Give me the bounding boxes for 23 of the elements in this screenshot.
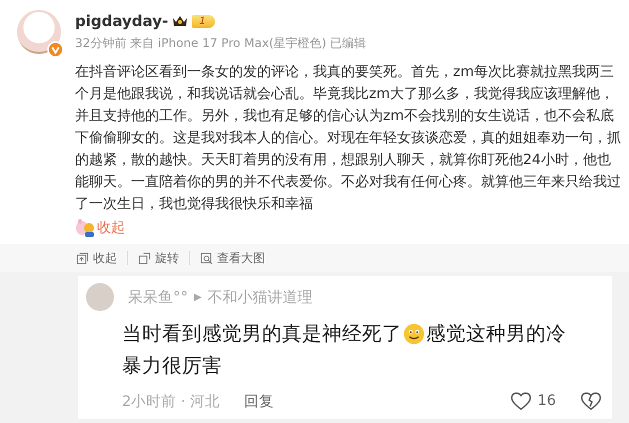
toolbar-button[interactable]: 收起 (76, 250, 117, 266)
toolbar-button[interactable]: 旋转 (138, 250, 179, 266)
comment-text: 暴力很厉害 (122, 354, 222, 377)
rotate-icon (138, 252, 151, 264)
sticker-icon (75, 219, 95, 237)
comment-time-location: 2小时前 · 河北 (122, 392, 220, 410)
collapse-link[interactable]: 收起 (97, 219, 125, 237)
dislike-heart-icon[interactable] (580, 391, 602, 411)
toolbar-button[interactable]: 查看大图 (200, 250, 265, 266)
vip-level-badge: 1 (192, 14, 215, 28)
reply-arrow: ▶ (194, 292, 202, 302)
author-name[interactable]: pigdayday- (75, 12, 168, 30)
smiley-emoji-icon (403, 323, 425, 345)
post-meta: 32分钟前 来自 iPhone 17 Pro Max(星宇橙色) 已编辑 (75, 35, 368, 52)
crown-icon (172, 14, 188, 28)
like-icon[interactable] (510, 391, 532, 411)
collapse-icon (76, 252, 89, 264)
post-text: 在抖音评论区看到一条女的发的评论，我真的要笑死。首先，zm每次比赛就拉黑我两三个月是他跟我说，和我说话就会心乱。毕竟我比zm大了那么多，我觉得我应该理解他，并且支持他的工作。另外，我也有足够的信心认为zm不会找别的女生说话，也不会私底下偷偷聊女的。这是我对我本人的信心。对现在年轻女孩谈恋爱，真的姐姐奉劝一句，抓的越紧，散的越快。天天盯着男的没有用，想跟别人聊天，就算你盯死他24小时，他也能聊天。一直陪着你的男的并不代表爱你。不必对我有任何心疼。就算他三年来只给我过了一次生日，我也觉得我很快乐和幸福 (75, 63, 622, 214)
comment-text: 感觉这种男的冷 (426, 321, 566, 347)
image-view-icon (200, 252, 213, 264)
comment-text: 当时看到感觉男的真是神经死了 (122, 321, 402, 347)
reply-button[interactable]: 回复 (244, 392, 274, 410)
like-count: 16 (538, 393, 556, 409)
